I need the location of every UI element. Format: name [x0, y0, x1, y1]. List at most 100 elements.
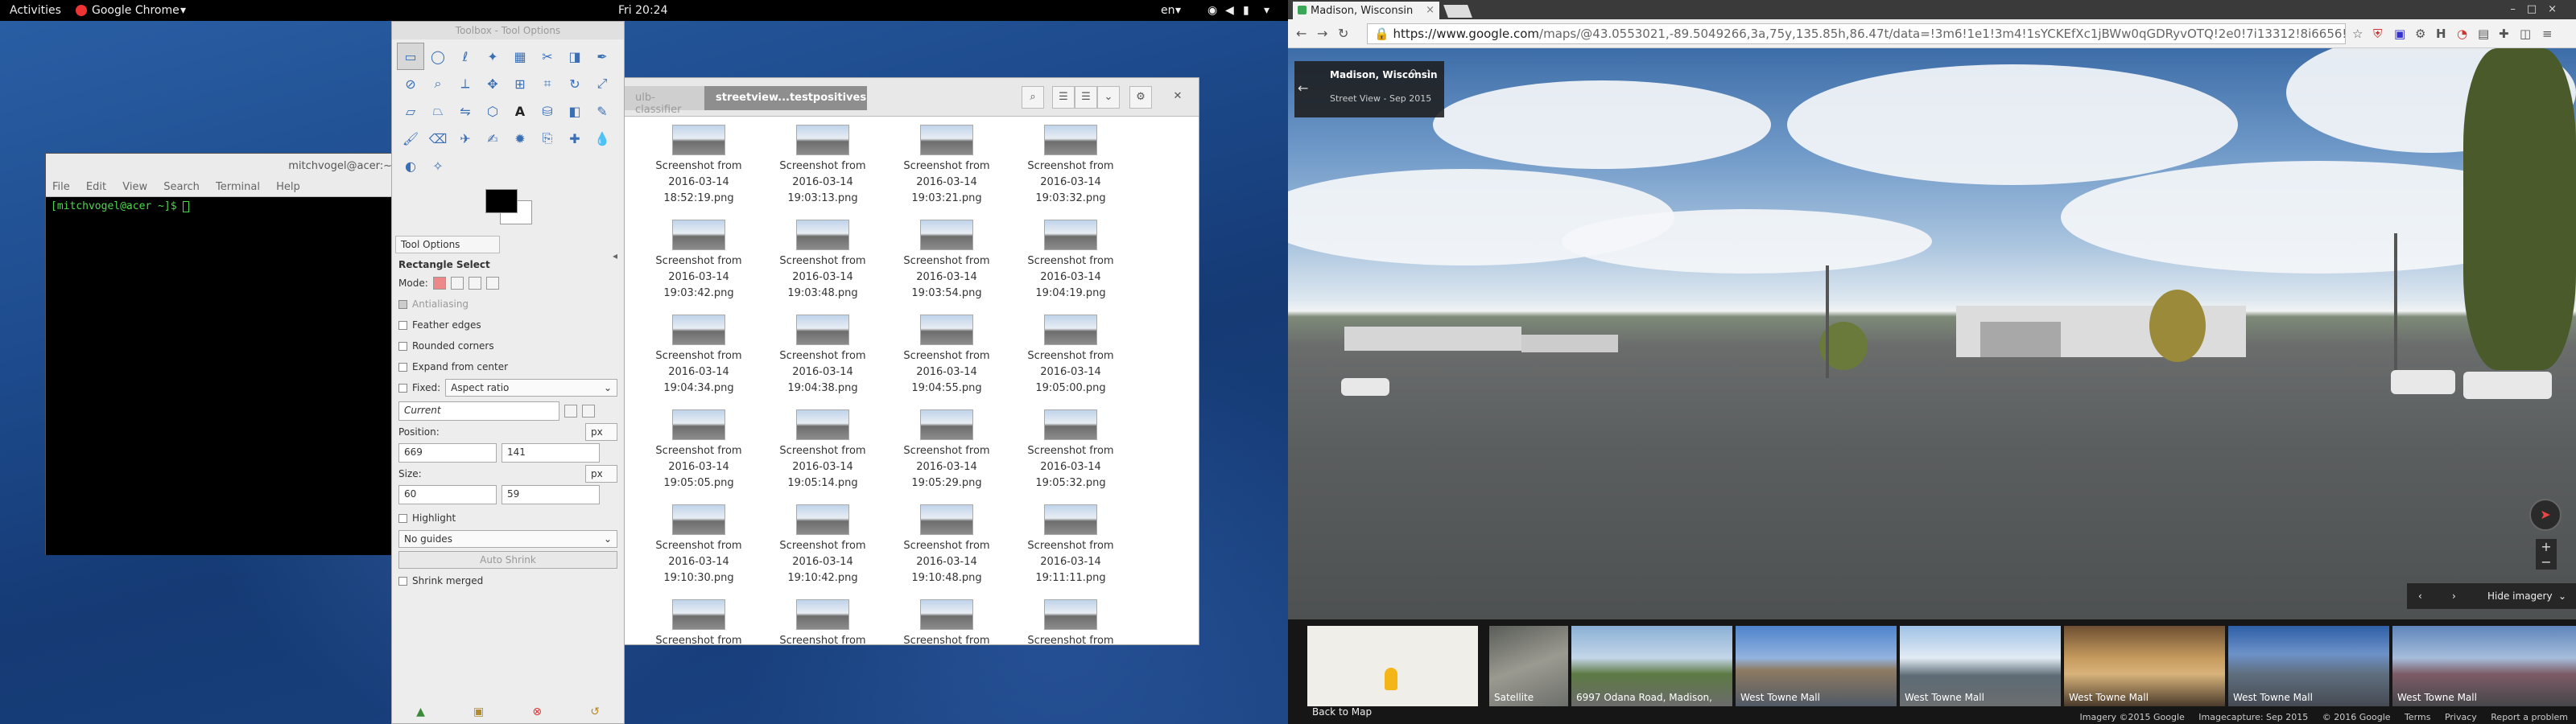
file-item[interactable]: Screenshot from 2016-03-14 19:10:42.png	[761, 504, 885, 590]
delete-options-icon[interactable]: ⊗	[532, 705, 542, 718]
foreground-select-icon[interactable]: ◨	[561, 43, 588, 70]
file-item[interactable]: Screenshot from 2016-03-14 19:05:05.png	[637, 409, 761, 495]
clock[interactable]: Fri 20:24	[618, 4, 667, 17]
filmstrip-item-mall[interactable]: West Towne Mall	[2392, 626, 2576, 706]
file-item[interactable]: Screenshot from 2016-03-14 19:11:11.png	[1009, 504, 1133, 590]
size-unit-select[interactable]: px	[585, 465, 617, 483]
extension-gear-icon[interactable]: ⚙	[2415, 27, 2425, 41]
file-item[interactable]: Screenshot from 2016-03-14 19:04:38.png	[761, 315, 885, 400]
privacy-link[interactable]: Privacy	[2445, 712, 2477, 722]
file-item[interactable]: Screenshot from 2016-03-14 19:03:32.png	[1009, 125, 1133, 210]
tab-tool-options[interactable]: Tool Options	[395, 236, 500, 253]
file-item[interactable]: Screenshot from 2016-03-14 19:03:13.png	[761, 125, 885, 210]
filmstrip-item-satellite[interactable]: Satellite	[1489, 626, 1568, 706]
fixed-checkbox[interactable]	[398, 383, 407, 393]
fuzzy-select-icon[interactable]: ✦	[479, 43, 506, 70]
extension-grid-icon[interactable]: ▤	[2478, 27, 2489, 41]
bucket-fill-icon[interactable]: ⛁	[534, 97, 561, 125]
position-x-input[interactable]: 669	[398, 443, 497, 463]
zoom-in-icon[interactable]: +	[2536, 539, 2557, 554]
pencil-icon[interactable]: ✎	[588, 97, 616, 125]
dodge-burn-icon[interactable]: ◐	[397, 152, 424, 179]
next-arrow-icon[interactable]: ›	[2452, 590, 2456, 602]
terminal-window[interactable]: mitchvogel@acer:~ File Edit View Search …	[45, 153, 399, 555]
heal-icon[interactable]: ✚	[561, 125, 588, 152]
capture-date[interactable]: Street View - Sep 2015	[1330, 93, 1431, 104]
address-bar[interactable]: 🔒 https://www.google.com/maps/@43.055302…	[1367, 23, 2346, 44]
terms-link[interactable]: Terms	[2405, 712, 2430, 722]
file-item[interactable]: Screenshot from 2016-03-14 19:04:19.png	[1009, 220, 1133, 305]
blend-icon[interactable]: ◧	[561, 97, 588, 125]
list-view-icon[interactable]: ☰	[1052, 86, 1075, 109]
restore-options-icon[interactable]: ▣	[473, 705, 484, 718]
report-problem-link[interactable]: Report a problem	[2491, 712, 2568, 722]
filmstrip-item-odana[interactable]: 6997 Odana Road, Madison,	[1571, 626, 1732, 706]
file-item[interactable]: Screenshot from 2016-03-14 19:10:30.png	[637, 504, 761, 590]
fixed-select[interactable]: Aspect ratio ⌄	[445, 379, 617, 397]
ink-icon[interactable]: ✍	[479, 125, 506, 152]
compass-icon[interactable]: ➤	[2529, 499, 2562, 531]
menu-terminal[interactable]: Terminal	[209, 178, 266, 196]
airbrush-icon[interactable]: ✈	[452, 125, 479, 152]
tab-ulb-classifier[interactable]: ulb-classifier	[624, 86, 704, 116]
extension-shield-icon[interactable]: ⛨	[2373, 27, 2382, 41]
file-item[interactable]: Screenshot from 2016-03-14 19:04:34.png	[637, 315, 761, 400]
cage-icon[interactable]: ⬡	[479, 97, 506, 125]
color-select-icon[interactable]: ▦	[506, 43, 534, 70]
filmstrip-item-mall[interactable]: West Towne Mall	[1900, 626, 2061, 706]
activities-button[interactable]: Activities	[10, 4, 61, 17]
file-item[interactable]: Screenshot from 2016-03-14 19:05:14.png	[761, 409, 885, 495]
back-arrow-icon[interactable]: ←	[1298, 80, 1319, 96]
scissors-icon[interactable]: ✂	[534, 43, 561, 70]
reload-icon[interactable]: ↻	[1338, 26, 1348, 41]
menu-file[interactable]: File	[46, 178, 76, 196]
forward-icon[interactable]: →	[1317, 26, 1327, 41]
flip-icon[interactable]: ⇋	[452, 97, 479, 125]
mode-replace-button[interactable]	[432, 277, 446, 290]
close-icon[interactable]: ✕	[1166, 86, 1189, 109]
menu-edit[interactable]: Edit	[80, 178, 113, 196]
tray-arrow-icon[interactable]: ▾	[1264, 4, 1269, 17]
zoom-icon[interactable]: ⌕	[424, 70, 452, 97]
menu-view[interactable]: View	[116, 178, 154, 196]
smudge-icon[interactable]: 💧	[588, 125, 616, 152]
language-indicator[interactable]: en	[1161, 4, 1175, 17]
search-icon[interactable]: ⌕	[1022, 86, 1044, 109]
file-item[interactable]: Screenshot from	[637, 599, 761, 685]
zoom-out-icon[interactable]: −	[2536, 554, 2557, 570]
filmstrip-item-mall[interactable]: West Towne Mall	[1736, 626, 1897, 706]
terminal-body[interactable]: [mitchvogel@acer ~]$	[46, 197, 398, 555]
menu-search[interactable]: Search	[157, 178, 206, 196]
rotate-icon[interactable]: ↻	[561, 70, 588, 97]
window-controls[interactable]: –□×	[2510, 3, 2568, 15]
file-item[interactable]: Screenshot from 2016-03-14 19:05:32.png	[1009, 409, 1133, 495]
browser-tab[interactable]: Madison, Wisconsin ×	[1293, 2, 1439, 19]
gimp-toolbox-window[interactable]: Toolbox - Tool Options ▭ ◯ ℓ ✦ ▦ ✂ ◨ ✒ ⊘…	[391, 21, 625, 724]
file-item[interactable]: Screenshot from 2016-03-14 19:03:21.png	[885, 125, 1009, 210]
ratio-input[interactable]: Current	[398, 401, 559, 421]
file-item[interactable]: Screenshot from 2016-03-14 18:52:19.png	[637, 125, 761, 210]
file-item[interactable]: Screenshot from	[885, 599, 1009, 685]
file-item[interactable]: Screenshot from 2016-03-14 19:10:48.png	[885, 504, 1009, 590]
chevron-down-icon[interactable]: ⌄	[1097, 86, 1120, 109]
tab-streetview-testpositives[interactable]: streetview...testpositives	[704, 86, 867, 110]
pin-icon[interactable]: ⚲	[1410, 68, 1417, 79]
file-item[interactable]: Screenshot from 2016-03-14 19:03:42.png	[637, 220, 761, 305]
shear-icon[interactable]: ▱	[397, 97, 424, 125]
gear-icon[interactable]: ⚙	[1129, 86, 1152, 109]
mode-add-button[interactable]	[450, 277, 464, 290]
position-y-input[interactable]: 141	[502, 443, 600, 463]
hide-imagery-button[interactable]: Hide imagery	[2487, 590, 2553, 602]
expand-checkbox[interactable]	[398, 362, 407, 372]
file-item[interactable]: Screenshot from 2016-03-14 19:03:54.png	[885, 220, 1009, 305]
mode-subtract-button[interactable]	[468, 277, 481, 290]
file-item[interactable]: Screenshot from 2016-03-14 19:05:29.png	[885, 409, 1009, 495]
view-options-icon[interactable]: ☰	[1075, 86, 1097, 109]
extension-puzzle-icon[interactable]: ✚	[2499, 27, 2509, 41]
extension-c-icon[interactable]: ◔	[2457, 27, 2467, 41]
reset-options-icon[interactable]: ↺	[590, 705, 600, 718]
battery-icon[interactable]: ▮	[1243, 4, 1249, 17]
file-item[interactable]: Screenshot from	[761, 599, 885, 685]
place-title[interactable]: Madison, Wisconsin	[1330, 69, 1438, 80]
file-manager-window[interactable]: ulb-classifier streetview...testpositive…	[623, 77, 1199, 647]
